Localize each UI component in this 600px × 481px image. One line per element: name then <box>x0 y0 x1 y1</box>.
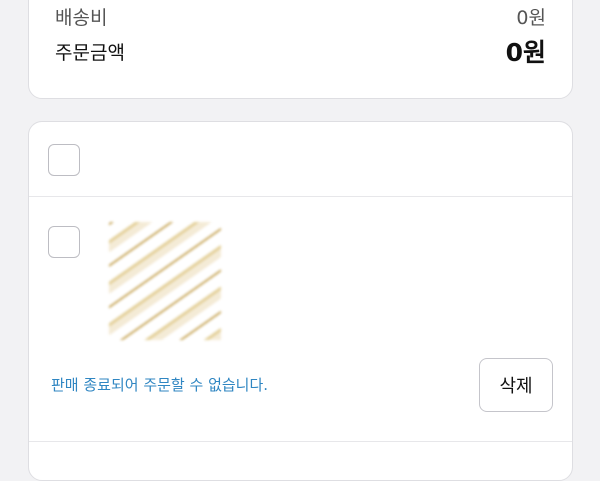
delete-item-button[interactable]: 삭제 <box>479 358 553 412</box>
select-seller-checkbox[interactable] <box>48 144 80 176</box>
divider <box>29 196 572 197</box>
order-total-row: 주문금액 0원 <box>55 33 546 69</box>
shipping-fee-value: 0원 <box>516 6 546 29</box>
order-total-label: 주문금액 <box>55 41 125 64</box>
order-summary-card: 배송비 0원 주문금액 0원 <box>28 0 573 99</box>
shipping-fee-row: 배송비 0원 <box>55 1 546 31</box>
seller-name <box>99 142 269 176</box>
sold-out-status-text: 판매 종료되어 주문할 수 없습니다. <box>51 376 269 394</box>
product-name[interactable] <box>241 222 541 294</box>
order-total-value: 0원 <box>505 38 546 67</box>
divider <box>29 441 572 442</box>
select-item-checkbox[interactable] <box>48 226 80 258</box>
product-thumbnail[interactable] <box>109 222 221 340</box>
cart-seller-card: 판매 종료되어 주문할 수 없습니다. 삭제 <box>28 121 573 481</box>
shipping-fee-label: 배송비 <box>55 6 108 29</box>
